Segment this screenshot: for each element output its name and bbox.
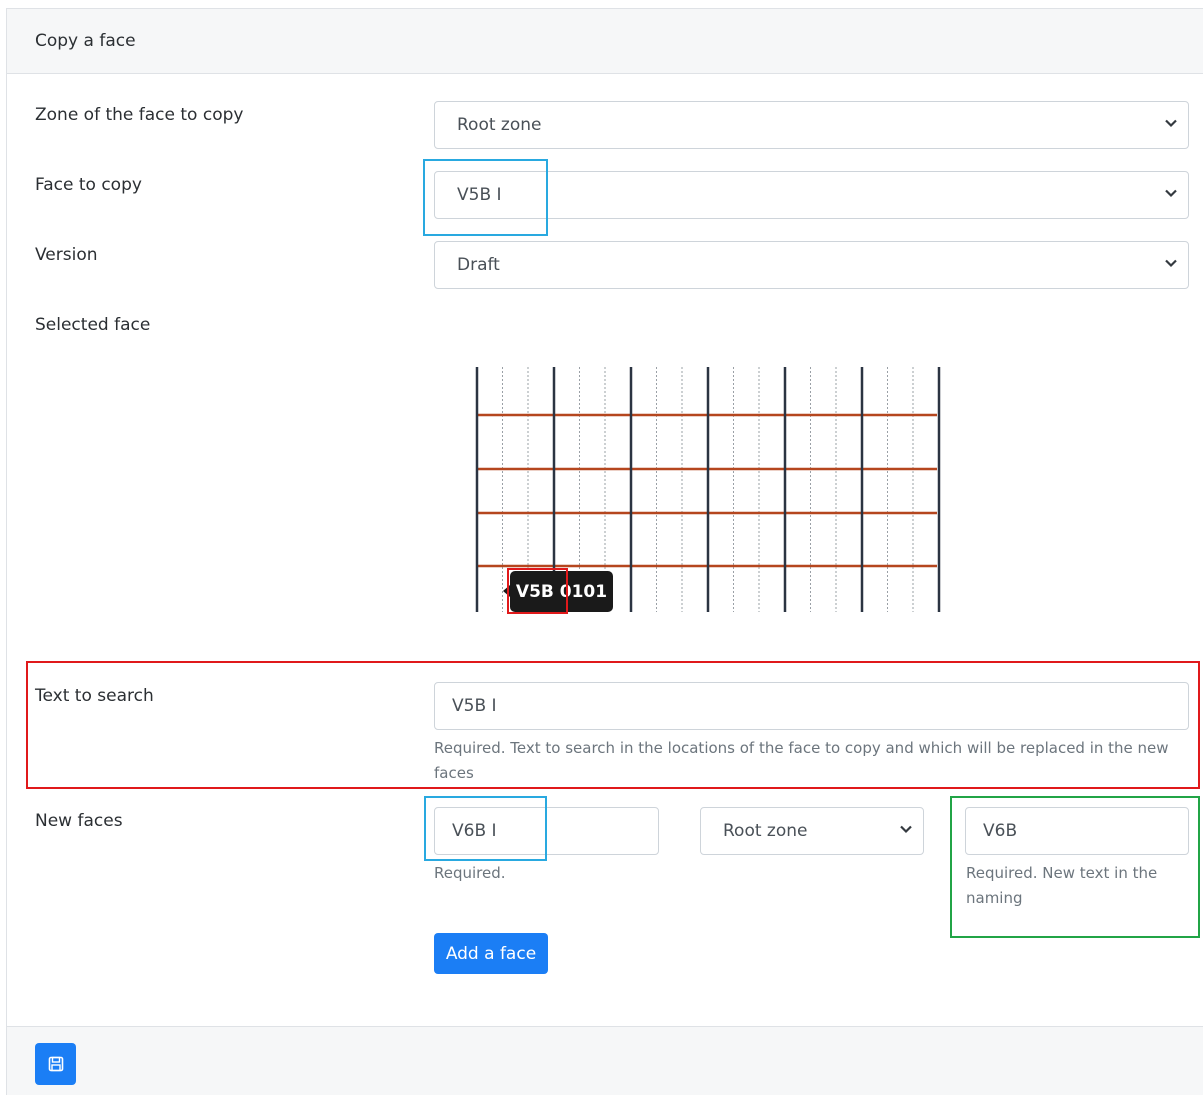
tooltip-highlight [507, 568, 568, 614]
chevron-down-icon [1165, 259, 1177, 268]
face-label: Face to copy [35, 175, 142, 195]
floppy-disk-icon [48, 1056, 63, 1072]
face-highlight [423, 159, 548, 236]
zone-select-value: Root zone [457, 115, 542, 135]
card-title: Copy a face [35, 31, 136, 51]
add-face-button-label: Add a face [445, 943, 537, 964]
version-select[interactable]: Draft [434, 241, 1189, 289]
new-face-zone-value: Root zone [723, 821, 808, 841]
version-select-value: Draft [457, 255, 500, 275]
new-face-zone-select[interactable]: Root zone [700, 807, 924, 855]
save-button[interactable] [35, 1043, 76, 1085]
zone-label: Zone of the face to copy [35, 105, 244, 125]
zone-select[interactable]: Root zone [434, 101, 1189, 149]
replacement-highlight [950, 796, 1200, 938]
chevron-down-icon [1165, 189, 1177, 198]
add-face-button[interactable]: Add a face [434, 933, 548, 974]
new-face-name-highlight [424, 796, 547, 861]
new-face-name-help: Required. [434, 864, 506, 882]
version-label: Version [35, 245, 98, 265]
new-faces-label: New faces [35, 811, 123, 831]
chevron-down-icon [900, 825, 912, 834]
selected-face-label: Selected face [35, 315, 151, 335]
card-footer [7, 1026, 1203, 1095]
text-to-search-highlight [26, 661, 1200, 789]
chevron-down-icon [1165, 119, 1177, 128]
card-header: Copy a face [7, 9, 1203, 74]
